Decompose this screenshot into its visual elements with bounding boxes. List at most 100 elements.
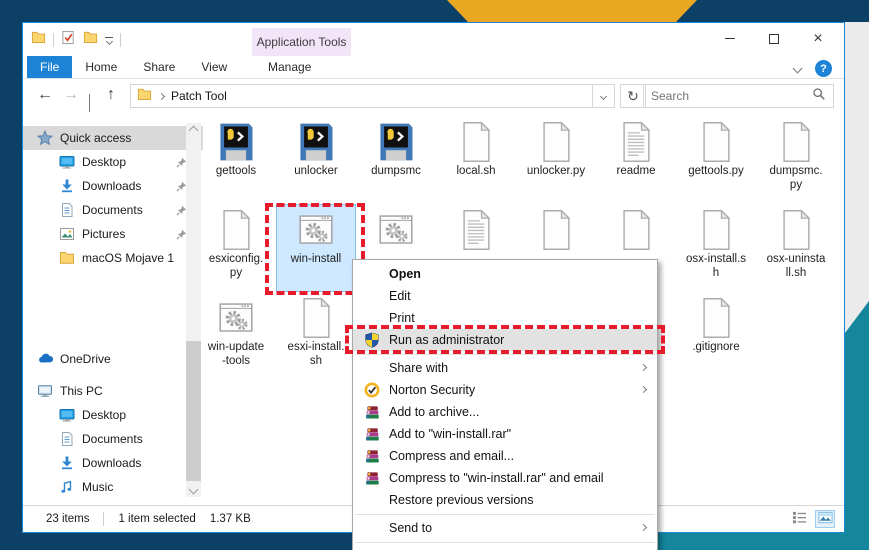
- menu-separator: [355, 514, 655, 515]
- back-button[interactable]: ←: [37, 85, 53, 105]
- sidebar-item-desktop[interactable]: Desktop: [23, 150, 203, 174]
- file-local-sh[interactable]: local.sh: [437, 117, 515, 203]
- menu-item-icon-slot: [361, 471, 383, 486]
- details-view-button[interactable]: [790, 511, 808, 527]
- sidebar-item-quick-access[interactable]: Quick access: [23, 126, 203, 150]
- doc-lines-icon: [614, 120, 658, 164]
- toolbar-divider: [120, 33, 121, 47]
- minimize-button[interactable]: [708, 24, 752, 53]
- file-osx-install-sh[interactable]: osx-install.sh: [677, 205, 755, 291]
- customize-toolbar-chevron-icon[interactable]: [105, 37, 113, 44]
- file-label: unlocker: [277, 165, 355, 179]
- sidebar-item-pictures[interactable]: Pictures: [23, 222, 203, 246]
- file-readme[interactable]: readme: [597, 117, 675, 203]
- file-label: esxi-install.sh: [277, 341, 355, 368]
- doc-icon: [294, 296, 338, 340]
- forward-button[interactable]: →: [63, 85, 79, 105]
- file-icon-wrap: [677, 117, 755, 165]
- menu-item-print[interactable]: Print: [353, 307, 657, 329]
- folder-icon[interactable]: [83, 30, 98, 50]
- file-unlocker[interactable]: unlocker: [277, 117, 355, 203]
- sidebar-item-downloads[interactable]: Downloads: [23, 174, 203, 198]
- menu-item-restore-previous-versions[interactable]: Restore previous versions: [353, 489, 657, 511]
- ribbon-tabs: FileHomeShareViewManage: [23, 56, 844, 79]
- file-win-install[interactable]: win-install: [277, 205, 355, 291]
- file-icon-wrap: [197, 117, 275, 165]
- recent-locations-chevron-icon[interactable]: [89, 94, 90, 112]
- help-icon[interactable]: ?: [815, 60, 832, 77]
- menu-item-add-to-win-install-rar[interactable]: Add to "win-install.rar": [353, 423, 657, 445]
- sidebar-item-documents[interactable]: Documents: [23, 427, 203, 451]
- sidebar-item-downloads[interactable]: Downloads: [23, 451, 203, 475]
- tab-manage[interactable]: Manage: [240, 56, 339, 78]
- tab-share[interactable]: Share: [130, 56, 188, 78]
- file-gettools-py[interactable]: gettools.py: [677, 117, 755, 203]
- file-gettools[interactable]: gettools: [197, 117, 275, 203]
- tab-file[interactable]: File: [27, 56, 72, 78]
- menu-item-send-to[interactable]: Send to: [353, 517, 657, 539]
- sidebar-item-label: Quick access: [60, 131, 131, 145]
- winrar-icon: [365, 449, 380, 464]
- sidebar-item-macos-mojave-1[interactable]: macOS Mojave 1: [23, 246, 203, 270]
- thumbnails-view-button[interactable]: [816, 511, 834, 527]
- sidebar-item-documents[interactable]: Documents: [23, 198, 203, 222]
- menu-item-compress-to-win-install-rar-and-email[interactable]: Compress to "win-install.rar" and email: [353, 467, 657, 489]
- doc-icon: [614, 208, 658, 252]
- selection-count: 1 item selected: [118, 513, 195, 525]
- folder-icon[interactable]: [31, 30, 46, 50]
- address-dropdown-button[interactable]: [593, 84, 615, 108]
- tab-view[interactable]: View: [188, 56, 240, 78]
- expand-ribbon-chevron-icon[interactable]: [793, 64, 803, 74]
- winrar-icon: [365, 471, 380, 486]
- uac-shield-icon: [364, 332, 380, 348]
- file-dumpsmc[interactable]: dumpsmc: [357, 117, 435, 203]
- pictures-icon: [59, 226, 75, 242]
- file-osx-uninstall-sh[interactable]: osx-uninstall.sh: [757, 205, 835, 291]
- sidebar-item-desktop[interactable]: Desktop: [23, 403, 203, 427]
- search-box[interactable]: [643, 84, 834, 108]
- maximize-icon: [769, 34, 779, 44]
- sidebar-item-music[interactable]: Music: [23, 475, 203, 499]
- menu-item-norton-security[interactable]: Norton Security: [353, 379, 657, 401]
- close-button[interactable]: ×: [796, 24, 840, 53]
- search-input[interactable]: [651, 89, 812, 103]
- file-esxi-install-sh[interactable]: esxi-install.sh: [277, 293, 355, 379]
- properties-check-icon[interactable]: [61, 30, 76, 50]
- sidebar-item-label: This PC: [60, 384, 103, 398]
- submenu-arrow-icon: [640, 364, 647, 371]
- address-bar[interactable]: Patch Tool: [130, 84, 593, 108]
- file-dumpsmc-py[interactable]: dumpsmc.py: [757, 117, 835, 203]
- menu-item-edit[interactable]: Edit: [353, 285, 657, 307]
- sidebar-item-this-pc[interactable]: This PC: [23, 379, 203, 403]
- file-unlocker-py[interactable]: unlocker.py: [517, 117, 595, 203]
- menu-item-open[interactable]: Open: [353, 263, 657, 285]
- view-toggle-group: [790, 511, 834, 527]
- document-icon: [59, 202, 75, 218]
- menu-item-label: Norton Security: [389, 383, 475, 397]
- menu-item-add-to-archive[interactable]: Add to archive...: [353, 401, 657, 423]
- menu-item-share-with[interactable]: Share with: [353, 357, 657, 379]
- file-icon-wrap: [357, 117, 435, 165]
- tab-home[interactable]: Home: [72, 56, 130, 78]
- menu-item-compress-and-email[interactable]: Compress and email...: [353, 445, 657, 467]
- menu-item-label: Send to: [389, 521, 432, 535]
- file-label: esxiconfig.py: [197, 253, 275, 280]
- file-label: .gitignore: [677, 341, 755, 355]
- file-icon-wrap: [597, 117, 675, 165]
- up-button[interactable]: ↑: [107, 85, 115, 105]
- file-gitignore[interactable]: .gitignore: [677, 293, 755, 379]
- sidebar-item-label: OneDrive: [60, 352, 111, 366]
- maximize-button[interactable]: [752, 24, 796, 53]
- file-icon-wrap: [437, 205, 515, 253]
- menu-item-label: Run as administrator: [389, 333, 504, 347]
- menu-item-run-as-administrator[interactable]: Run as administrator: [353, 329, 657, 351]
- file-icon-wrap: [277, 293, 355, 341]
- menu-item-label: Add to "win-install.rar": [389, 427, 511, 441]
- breadcrumb-path[interactable]: Patch Tool: [171, 89, 227, 103]
- doc-lines-icon: [454, 208, 498, 252]
- file-esxiconfig-py[interactable]: esxiconfig.py: [197, 205, 275, 291]
- file-win-update-tools[interactable]: win-update-tools: [197, 293, 275, 379]
- document-icon: [59, 431, 75, 447]
- file-label: dumpsmc: [357, 165, 435, 179]
- sidebar-item-onedrive[interactable]: OneDrive: [23, 347, 203, 371]
